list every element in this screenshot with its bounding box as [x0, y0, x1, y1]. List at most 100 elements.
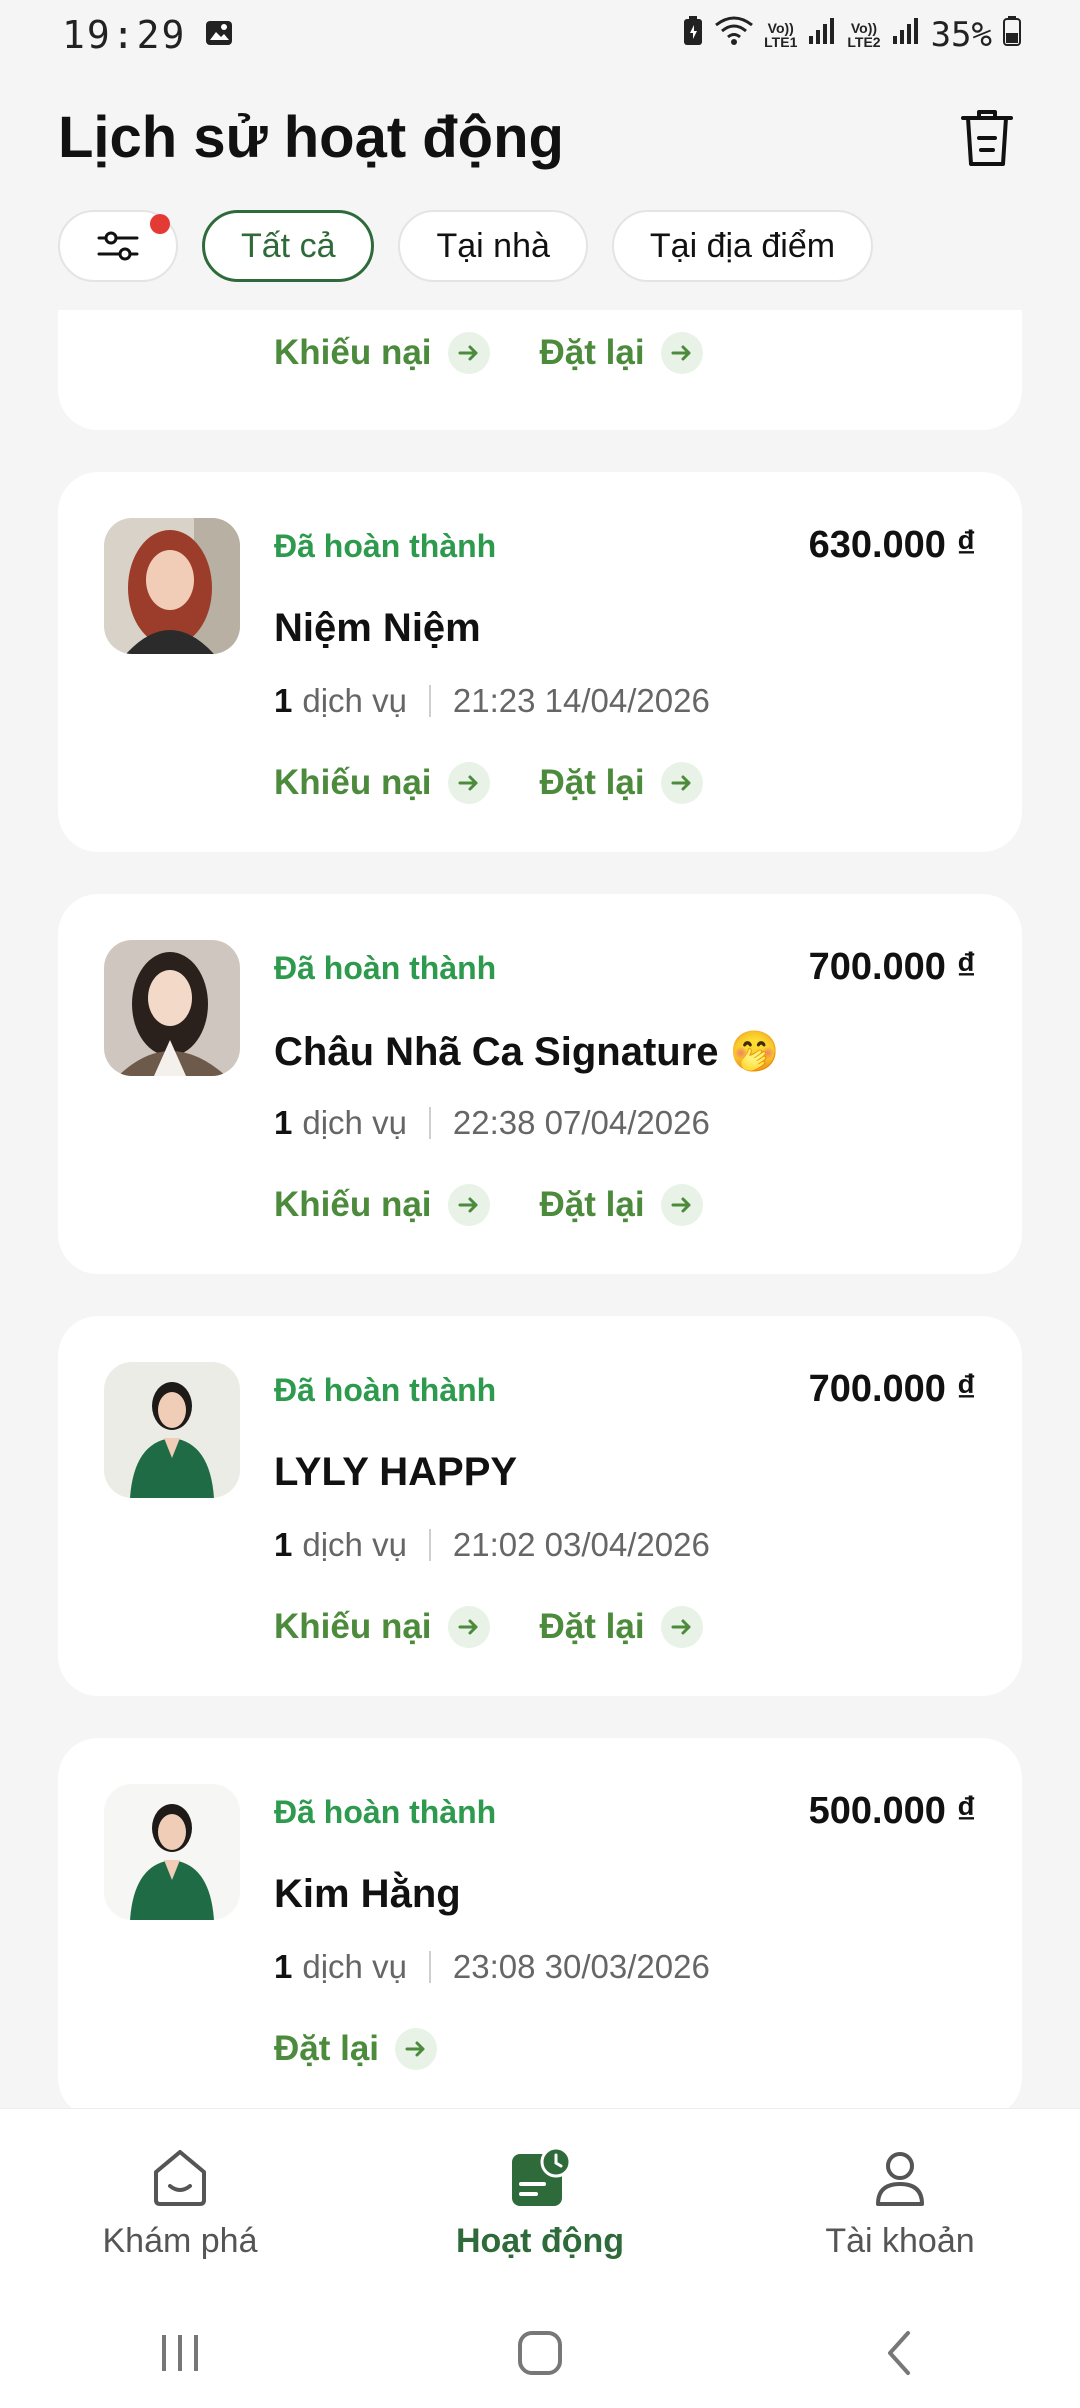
provider-name: Niệm Niệm [274, 606, 481, 650]
nav-label: Tài khoản [825, 2222, 975, 2260]
complain-label: Khiếu nại [274, 1185, 432, 1224]
arrow-right-icon [660, 1606, 703, 1648]
system-nav-bar [0, 2298, 1080, 2408]
notification-dot [150, 214, 170, 234]
filter-chip-at-location[interactable]: Tại địa điểm [611, 210, 874, 282]
arrow-right-icon [660, 762, 703, 804]
meta-divider [428, 1951, 431, 1983]
page-title: Lịch sử hoạt động [58, 105, 564, 170]
battery-saver-icon [682, 15, 704, 56]
arrow-right-icon [660, 1184, 703, 1226]
booking-status: Đã hoàn thành [274, 1372, 497, 1408]
volte-2-label: Vo)) LTE2 [847, 20, 881, 50]
reorder-label: Đặt lại [274, 2029, 380, 2068]
recent-apps-icon [162, 2335, 198, 2371]
filter-chip-at-home[interactable]: Tại nhà [398, 210, 588, 282]
service-unit: dịch vụ [302, 1526, 407, 1563]
booking-datetime: 21:02 03/04/2026 [452, 1526, 710, 1563]
service-unit: dịch vụ [302, 1104, 407, 1141]
provider-name: Châu Nhã Ca Signature 🤭 [274, 1030, 780, 1074]
arrow-right-icon [447, 332, 490, 374]
status-time: 19:29 [62, 13, 187, 57]
provider-avatar [104, 940, 240, 1076]
volte-1-label: Vo)) LTE1 [764, 20, 798, 50]
service-unit: dịch vụ [302, 1948, 407, 1985]
booking-datetime: 23:08 30/03/2026 [452, 1948, 710, 1985]
provider-name: Kim Hằng [274, 1872, 461, 1916]
booking-meta: 1 dịch vụ 21:23 14/04/2026 [274, 682, 710, 720]
filter-chip-all[interactable]: Tất cả [202, 210, 375, 282]
reorder-button[interactable]: Đặt lại [540, 332, 703, 374]
meta-divider [428, 1529, 431, 1561]
reorder-button[interactable]: Đặt lại [540, 762, 703, 804]
activity-icon [512, 2146, 572, 2206]
header: Lịch sử hoạt động [0, 70, 1080, 205]
complain-button[interactable]: Khiếu nại [274, 332, 490, 374]
booking-price: 630.000 ₫ [808, 524, 976, 566]
filter-bar: Tất cả Tại nhà Tại địa điểm [58, 210, 874, 282]
arrow-right-icon [447, 1606, 490, 1648]
reorder-button[interactable]: Đặt lại [540, 1184, 703, 1226]
booking-datetime: 22:38 07/04/2026 [452, 1104, 710, 1141]
reorder-label: Đặt lại [539, 1185, 645, 1224]
service-unit: dịch vụ [302, 682, 407, 719]
arrow-right-icon [447, 1184, 490, 1226]
signal-2-icon [891, 16, 921, 55]
reorder-button[interactable]: Đặt lại [540, 1606, 703, 1648]
complain-button[interactable]: Khiếu nại [274, 1184, 490, 1226]
provider-avatar [104, 1784, 240, 1920]
reorder-label: Đặt lại [539, 763, 645, 802]
booking-card[interactable]: Đã hoàn thành 700.000 ₫ Châu Nhã Ca Sign… [58, 894, 1022, 1274]
booking-price: 500.000 ₫ [808, 1790, 976, 1832]
wifi-icon [714, 15, 754, 56]
nav-label: Khám phá [102, 2222, 258, 2260]
nav-explore[interactable]: Khám phá [30, 2146, 330, 2261]
provider-avatar [104, 1362, 240, 1498]
nav-account[interactable]: Tài khoản [750, 2146, 1050, 2261]
complain-button[interactable]: Khiếu nại [274, 762, 490, 804]
recent-apps-button[interactable] [120, 2313, 240, 2393]
provider-avatar [104, 518, 240, 654]
home-button[interactable] [480, 2313, 600, 2393]
back-button[interactable] [840, 2313, 960, 2393]
booking-card[interactable]: Đã hoàn thành 700.000 ₫ LYLY HAPPY 1 dịc… [58, 1316, 1022, 1696]
arrow-right-icon [395, 2028, 438, 2070]
signal-1-icon [807, 16, 837, 55]
complain-label: Khiếu nại [274, 763, 432, 802]
provider-name: LYLY HAPPY [274, 1450, 518, 1494]
battery-percent: 35% [930, 15, 992, 55]
booking-price: 700.000 ₫ [808, 1368, 976, 1410]
sliders-icon [97, 231, 139, 261]
booking-status: Đã hoàn thành [274, 528, 497, 564]
nav-label: Hoạt động [455, 2222, 625, 2260]
home-icon [154, 2150, 206, 2206]
booking-price: 700.000 ₫ [808, 946, 976, 988]
booking-meta: 1 dịch vụ 21:02 03/04/2026 [274, 1526, 710, 1564]
complain-label: Khiếu nại [274, 1607, 432, 1646]
filter-settings-button[interactable] [58, 210, 178, 282]
nav-activity[interactable]: Hoạt động [390, 2146, 690, 2261]
reorder-label: Đặt lại [539, 333, 645, 372]
delete-history-button[interactable] [952, 103, 1022, 173]
complain-button[interactable]: Khiếu nại [274, 1606, 490, 1648]
complain-label: Khiếu nại [274, 333, 432, 372]
bottom-nav: Khám phá Hoạt động Tài khoản [0, 2108, 1080, 2298]
booking-card-partial: Khiếu nại Đặt lại [58, 310, 1022, 430]
status-bar: 19:29 Vo)) LTE1 Vo)) LTE2 35% [0, 0, 1080, 70]
reorder-button[interactable]: Đặt lại [274, 2028, 438, 2070]
arrow-right-icon [447, 762, 490, 804]
service-count: 1 [274, 682, 293, 719]
booking-datetime: 21:23 14/04/2026 [452, 682, 710, 719]
booking-card[interactable]: Đã hoàn thành 500.000 ₫ Kim Hằng 1 dịch … [58, 1738, 1022, 2110]
home-square-icon [518, 2331, 562, 2375]
gallery-icon [204, 18, 234, 53]
service-count: 1 [274, 1104, 293, 1141]
booking-meta: 1 dịch vụ 22:38 07/04/2026 [274, 1104, 710, 1142]
booking-card[interactable]: Đã hoàn thành 630.000 ₫ Niệm Niệm 1 dịch… [58, 472, 1022, 852]
reorder-label: Đặt lại [539, 1607, 645, 1646]
meta-divider [428, 685, 431, 717]
battery-icon [1002, 15, 1022, 56]
back-chevron-icon [888, 2331, 910, 2375]
booking-list[interactable]: Khiếu nại Đặt lại Đã hoàn thành 630.000 … [58, 310, 1022, 2110]
booking-status: Đã hoàn thành [274, 950, 497, 986]
